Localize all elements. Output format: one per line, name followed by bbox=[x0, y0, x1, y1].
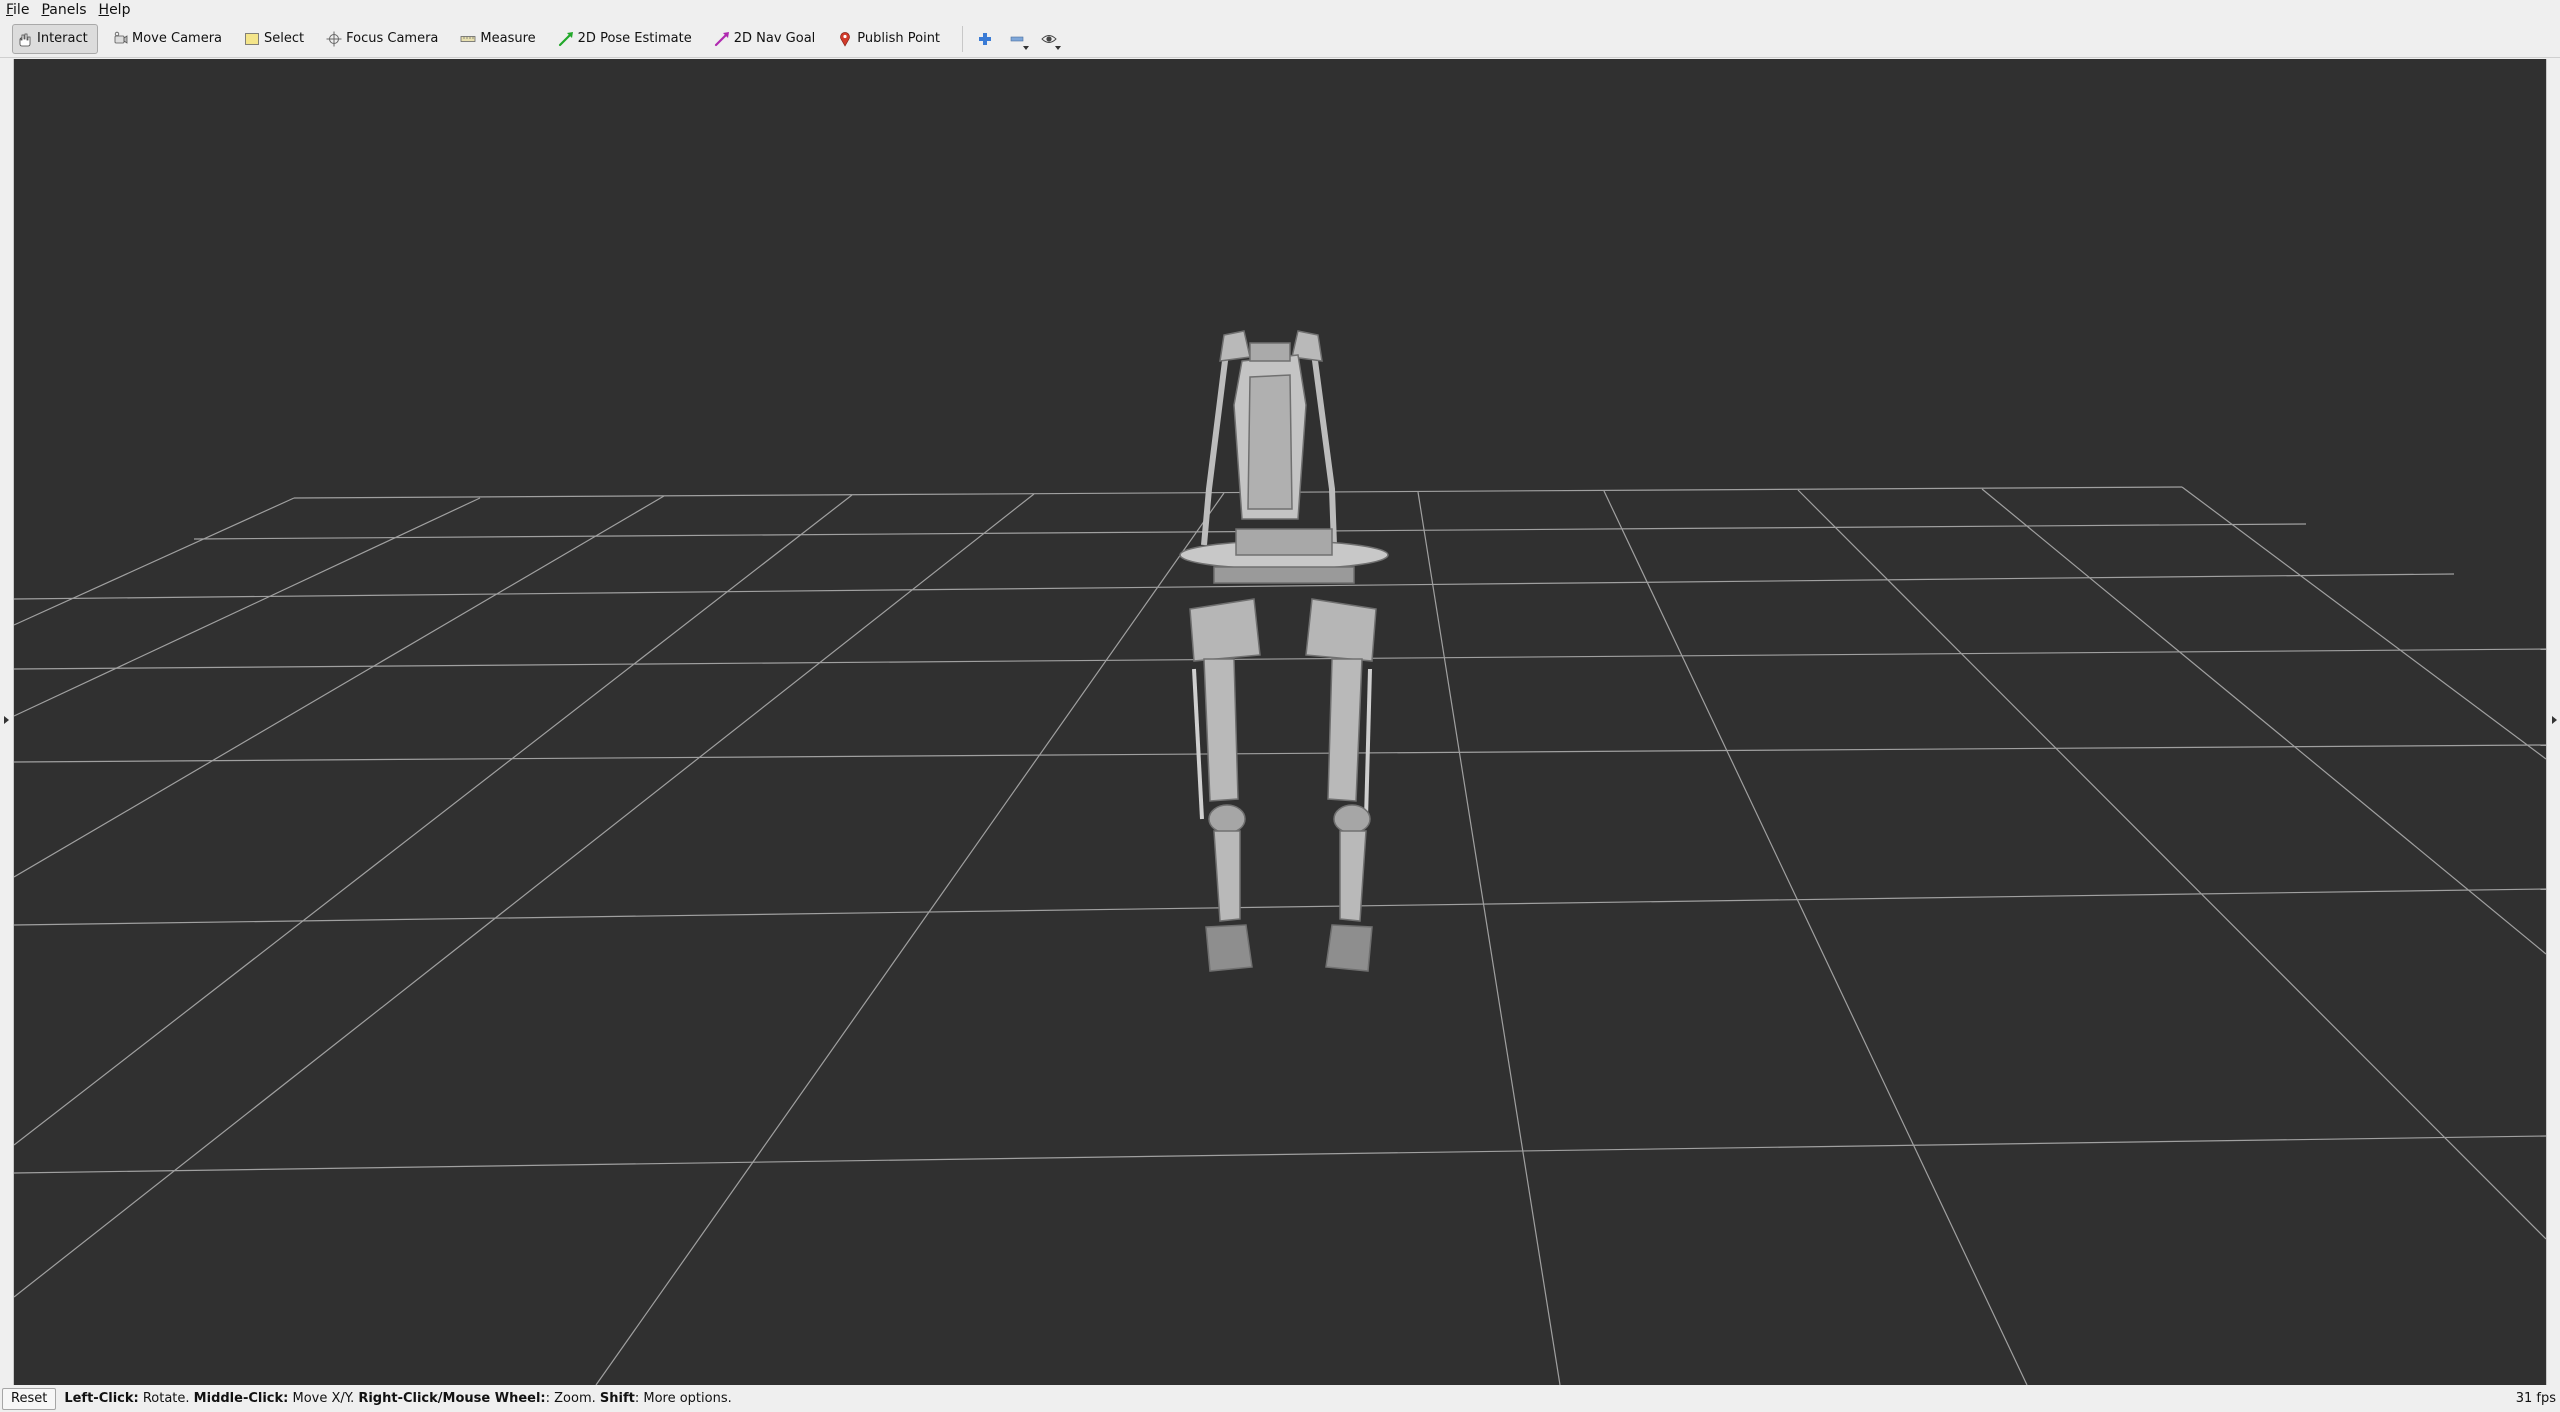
view-eye-icon bbox=[1041, 34, 1057, 43]
chevron-down-icon bbox=[1023, 45, 1030, 50]
grid-line bbox=[14, 1135, 2546, 1174]
robot-left-knee bbox=[1208, 804, 1246, 834]
left-dock-collapse-handle[interactable] bbox=[0, 59, 14, 1385]
hint-right-click-key: Right-Click/Mouse Wheel: bbox=[358, 1391, 546, 1406]
ground-grid bbox=[14, 486, 2546, 1385]
hint-middle-click-action: Move X/Y. bbox=[288, 1391, 359, 1406]
scene-canvas bbox=[14, 330, 2546, 1385]
nav-goal-arrow-icon bbox=[714, 31, 729, 46]
render-viewport-3d[interactable] bbox=[14, 59, 2546, 1385]
grid-line bbox=[1981, 488, 2546, 955]
grid-line bbox=[14, 497, 481, 717]
rviz-window: File Panels Help Interact Move Camera Se… bbox=[0, 0, 2560, 1412]
reset-button[interactable]: Reset bbox=[2, 1387, 57, 1410]
hint-shift-action: : More options. bbox=[634, 1391, 732, 1406]
grid-line bbox=[1417, 491, 1561, 1385]
status-bar: Reset Left-Click: Rotate. Middle-Click: … bbox=[0, 1385, 2560, 1412]
grid-line bbox=[595, 492, 1225, 1385]
robot-torso-panel bbox=[1247, 374, 1293, 510]
pose-estimate-tool-label: 2D Pose Estimate bbox=[577, 31, 692, 46]
remove-tool-button[interactable] bbox=[1003, 24, 1031, 54]
robot-left-hip bbox=[1189, 598, 1261, 662]
chevron-right-icon bbox=[2552, 716, 2557, 724]
hint-right-click-action: : Zoom. bbox=[545, 1391, 600, 1406]
robot-top-box bbox=[1249, 342, 1291, 362]
robot-right-strut bbox=[1364, 668, 1372, 820]
grid-line bbox=[1797, 489, 2546, 1240]
grid-line bbox=[14, 744, 2546, 763]
add-tool-button[interactable] bbox=[971, 24, 999, 54]
publish-point-tool-button[interactable]: Publish Point bbox=[833, 24, 948, 54]
grid-line bbox=[14, 494, 853, 1146]
robot-right-knee bbox=[1333, 804, 1371, 834]
measure-ruler-icon bbox=[461, 35, 476, 42]
chevron-right-icon bbox=[4, 716, 9, 724]
menu-panels[interactable]: Panels bbox=[35, 0, 92, 20]
measure-tool-label: Measure bbox=[480, 31, 536, 46]
robot-right-thigh bbox=[1327, 658, 1363, 802]
interact-tool-button[interactable]: Interact bbox=[12, 23, 98, 54]
select-tool-button[interactable]: Select bbox=[240, 24, 312, 54]
publish-point-tool-label: Publish Point bbox=[857, 31, 941, 46]
pose-estimate-arrow-icon bbox=[558, 31, 573, 46]
robot-right-frame-post bbox=[1311, 352, 1337, 546]
interact-tool-label: Interact bbox=[37, 31, 88, 46]
robot-left-thigh bbox=[1203, 658, 1239, 802]
fps-counter: 31 fps bbox=[2515, 1391, 2556, 1406]
right-dock-collapse-handle[interactable] bbox=[2546, 59, 2560, 1385]
nav-goal-tool-label: 2D Nav Goal bbox=[733, 31, 816, 46]
grid-line bbox=[2181, 486, 2546, 760]
menu-help-mnemonic: H bbox=[98, 2, 110, 18]
hint-left-click-action: Rotate. bbox=[138, 1391, 194, 1406]
grid-line bbox=[1603, 490, 2028, 1385]
robot-pelvis-block bbox=[1235, 528, 1333, 556]
toolbar-separator bbox=[962, 25, 964, 52]
measure-tool-button[interactable]: Measure bbox=[456, 24, 543, 54]
menu-file-label: ile bbox=[13, 2, 30, 18]
select-icon bbox=[245, 32, 259, 45]
move-camera-icon bbox=[114, 31, 128, 44]
robot-left-top-cap bbox=[1219, 330, 1251, 362]
nav-goal-tool-button[interactable]: 2D Nav Goal bbox=[710, 24, 824, 54]
hint-middle-click-key: Middle-Click: bbox=[193, 1391, 289, 1406]
move-camera-tool-label: Move Camera bbox=[132, 31, 223, 46]
menu-file[interactable]: File bbox=[0, 0, 35, 20]
remove-tool-minus-icon bbox=[1010, 36, 1024, 41]
hint-shift-key: Shift bbox=[599, 1391, 635, 1406]
robot-left-foot bbox=[1205, 924, 1253, 972]
robot-right-foot bbox=[1325, 924, 1373, 972]
menu-bar: File Panels Help bbox=[0, 0, 2560, 20]
mouse-hint-text: Left-Click: Rotate. Middle-Click: Move X… bbox=[64, 1391, 731, 1406]
robot-left-strut bbox=[1192, 668, 1204, 820]
robot-hip-mount bbox=[1213, 566, 1355, 584]
robot-model bbox=[1179, 330, 1389, 972]
move-camera-tool-button[interactable]: Move Camera bbox=[108, 24, 230, 54]
publish-point-pin-icon bbox=[840, 31, 851, 47]
focus-camera-tool-button[interactable]: Focus Camera bbox=[322, 24, 446, 54]
robot-right-hip bbox=[1305, 598, 1377, 662]
grid-line bbox=[14, 497, 295, 626]
hint-left-click-key: Left-Click: bbox=[64, 1391, 139, 1406]
menu-help[interactable]: Help bbox=[93, 0, 137, 20]
grid-line bbox=[14, 493, 1035, 1298]
menu-help-label: elp bbox=[109, 2, 131, 18]
grid-line bbox=[14, 648, 2546, 670]
robot-left-frame-post bbox=[1201, 352, 1229, 546]
robot-right-shin bbox=[1339, 830, 1367, 922]
menu-file-mnemonic: F bbox=[6, 2, 14, 18]
select-tool-label: Select bbox=[264, 31, 305, 46]
view-options-button[interactable] bbox=[1035, 24, 1063, 54]
grid-line bbox=[14, 888, 2546, 926]
focus-camera-tool-label: Focus Camera bbox=[346, 31, 439, 46]
add-tool-plus-icon bbox=[979, 32, 992, 45]
menu-panels-label: anels bbox=[49, 2, 87, 18]
grid-line bbox=[14, 495, 665, 878]
interact-hand-icon bbox=[19, 33, 31, 46]
pose-estimate-tool-button[interactable]: 2D Pose Estimate bbox=[554, 24, 700, 54]
chevron-down-icon bbox=[1055, 45, 1062, 50]
tools-toolbar: Interact Move Camera Select Focus Camera bbox=[0, 20, 2560, 58]
grid-line bbox=[293, 486, 2183, 499]
focus-camera-icon bbox=[326, 31, 342, 46]
